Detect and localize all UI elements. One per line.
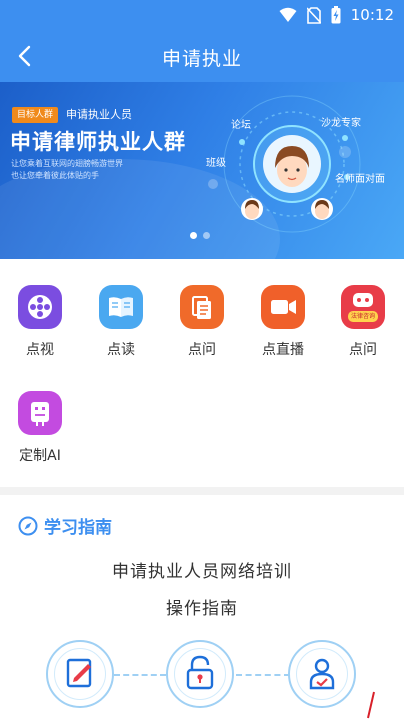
guide-heading-line-1: 申请执业人员网络培训 (112, 562, 292, 582)
law-consult-badge: 法律咨询 (350, 313, 375, 320)
menu-label-read: 点读 (107, 342, 135, 358)
red-stroke-mark (367, 691, 375, 719)
guide-header: 学习指南 (18, 513, 112, 538)
label-face: 名师面对面 (335, 174, 385, 185)
guide-step-1[interactable] (46, 640, 114, 708)
guide-heading-line-2: 操作指南 (166, 599, 238, 619)
user-verified-icon (309, 658, 335, 690)
guide-title: 学习指南 (44, 518, 112, 538)
guide-step-2[interactable] (166, 640, 234, 708)
menu-label-ask-docs: 点问 (188, 342, 216, 358)
banner-desc-2: 也让您牵着彼此体贴的手 (11, 171, 99, 180)
feature-menu: 点视 点读 点问 点直播 法律咨询 点问 定制AI (0, 259, 404, 487)
menu-label-live: 点直播 (262, 342, 304, 358)
label-salon: 沙龙专家 (321, 118, 361, 129)
menu-item-read[interactable]: 点读 (85, 285, 157, 359)
carousel-dot-1[interactable] (190, 232, 197, 239)
label-class: 班级 (206, 158, 226, 169)
menu-item-live[interactable]: 点直播 (247, 285, 319, 359)
menu-item-video[interactable]: 点视 (4, 285, 76, 359)
document-stack-icon (180, 285, 224, 329)
banner-desc-1: 让您乘着互联网的翅膀畅游世界 (11, 159, 123, 168)
menu-item-ask-docs[interactable]: 点问 (166, 285, 238, 359)
menu-label-video: 点视 (26, 342, 54, 358)
label-forum: 论坛 (231, 120, 251, 131)
edit-form-icon (66, 658, 92, 688)
video-camera-icon (261, 285, 305, 329)
carousel-dots (190, 232, 210, 239)
banner-subtitle: 申请执业人员 (66, 108, 132, 121)
carousel-dot-2[interactable] (203, 232, 210, 239)
compass-icon (18, 516, 38, 535)
banner-tag: 目标人群 (12, 107, 59, 123)
ai-robot-icon (18, 391, 62, 435)
status-icons: 10:12 (279, 6, 394, 24)
no-sim-icon (306, 6, 321, 24)
menu-item-law-consult[interactable]: 法律咨询 点问 (327, 285, 399, 359)
banner-title: 申请律师执业人群 (10, 130, 186, 154)
top-bar: 10:12 申请执业 (0, 0, 404, 82)
open-book-icon (99, 285, 143, 329)
banner-illustration: 论坛 沙龙专家 班级 名师面对面 (195, 82, 404, 259)
robot-law-consult-icon: 法律咨询 (341, 285, 385, 329)
page-title: 申请执业 (161, 48, 242, 70)
guide-step-3[interactable] (288, 640, 356, 708)
study-guide-section: 学习指南 申请执业人员网络培训 操作指南 (0, 495, 404, 720)
menu-label-law-consult: 点问 (349, 342, 377, 358)
step-connector-2 (236, 674, 290, 676)
battery-charging-icon (331, 6, 341, 24)
wifi-icon (279, 7, 297, 22)
menu-item-custom-ai[interactable]: 定制AI (4, 391, 76, 465)
step-connector-1 (114, 674, 166, 676)
status-time: 10:12 (350, 6, 394, 24)
film-reel-icon (18, 285, 62, 329)
status-bar: 10:12 (0, 0, 404, 32)
menu-label-custom-ai: 定制AI (19, 448, 61, 464)
unlock-icon (186, 655, 214, 690)
